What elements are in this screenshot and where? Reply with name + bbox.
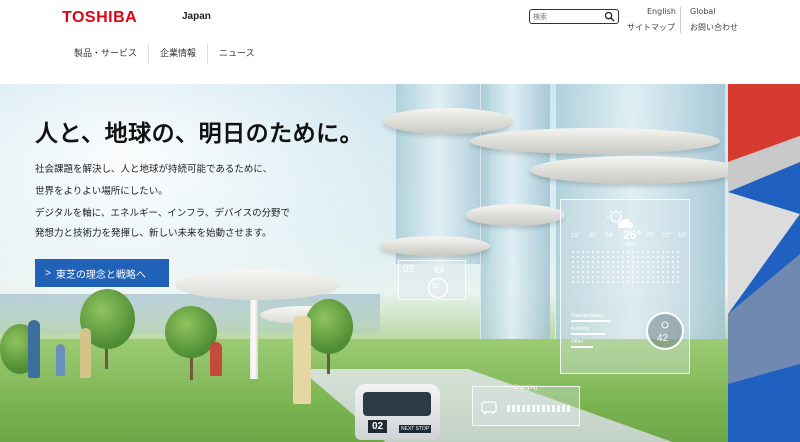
category-bar	[571, 333, 605, 335]
category-bar	[571, 346, 593, 348]
hourly-temp: 19°	[571, 233, 581, 239]
person-figure	[28, 320, 40, 378]
person-figure	[210, 342, 222, 376]
site-header: TOSHIBA Japan English Global サイトマップ お問い合…	[0, 0, 800, 84]
stop-panel: 02 80	[398, 260, 466, 300]
philosophy-strategy-button[interactable]: > 東芝の理念と戦略へ	[35, 259, 169, 287]
hourly-temp: 24°	[605, 233, 615, 239]
person-figure	[56, 344, 65, 376]
charging-panel: Charging	[472, 385, 580, 426]
nav-item-company[interactable]: 企業情報	[148, 44, 207, 64]
tower-ring	[530, 156, 740, 184]
category-bar	[571, 320, 611, 322]
tower-ring	[470, 128, 720, 154]
hourly-temp: 25°	[646, 233, 656, 239]
gauge-ring-icon	[646, 312, 684, 350]
contact-link[interactable]: お問い合わせ	[690, 22, 738, 33]
bus-sign: NEXT STOP	[399, 425, 432, 433]
forecast-dot-grid	[571, 250, 681, 286]
now-label: Now	[625, 242, 636, 248]
cta-label: 東芝の理念と戦略へ	[55, 269, 146, 281]
person-figure	[80, 328, 91, 378]
nav-item-products[interactable]: 製品・サービス	[62, 44, 148, 64]
corner-decoration	[728, 84, 800, 442]
tower-ring	[465, 204, 565, 226]
canopy-shade	[175, 270, 340, 300]
current-temp: 26°	[623, 228, 642, 242]
hero-body-line: デジタルを軸に、エネルギー、インフラ、デバイスの分野で	[35, 208, 291, 219]
tower-ring	[380, 236, 490, 256]
utility-divider	[680, 7, 681, 33]
region-label[interactable]: Japan	[182, 11, 211, 22]
hourly-temp: 19°	[678, 233, 688, 239]
stop-number: 02	[403, 264, 415, 275]
chevron-right-icon: >	[45, 267, 51, 279]
category-label: Building	[571, 326, 589, 332]
bus-window	[363, 392, 431, 416]
sitemap-link[interactable]: サイトマップ	[627, 22, 675, 33]
global-link[interactable]: Global	[690, 7, 716, 16]
plug-icon	[434, 266, 444, 273]
charging-progress-bar	[507, 405, 571, 412]
weather-panel: 26° 19° 20° 24° 25° 22° 19° Now Transpor…	[560, 199, 690, 374]
bus-number: 02	[368, 420, 388, 433]
global-nav: 製品・サービス 企業情報 ニュース	[62, 44, 266, 64]
battery-value: 80	[432, 283, 440, 290]
hero-headline: 人と、地球の、明日のために。	[35, 121, 364, 147]
toshiba-logo[interactable]: TOSHIBA	[62, 9, 137, 27]
category-label: Other	[571, 339, 584, 345]
hourly-temp: 22°	[662, 233, 672, 239]
person-figure	[293, 316, 311, 404]
sun-cloud-icon	[607, 209, 633, 228]
gauge-value: 42	[657, 333, 669, 344]
search-input[interactable]	[533, 10, 603, 23]
english-link[interactable]: English	[647, 7, 676, 16]
hero-body-line: 世界をよりよい場所にしたい。	[35, 186, 168, 197]
canopy-stem	[250, 299, 258, 379]
tree	[305, 299, 353, 354]
search-icon[interactable]	[604, 11, 615, 22]
hourly-temp: 20°	[589, 233, 599, 239]
category-label: Transportation	[571, 313, 604, 319]
search-box[interactable]	[529, 9, 619, 24]
hero-body-line: 社会課題を解決し、人と地球が持続可能であるために、	[35, 164, 273, 175]
charging-label: Charging	[513, 385, 538, 391]
nav-item-news[interactable]: ニュース	[207, 44, 266, 64]
bus-icon	[481, 401, 497, 415]
autonomous-bus: 02 NEXT STOP	[355, 384, 440, 440]
hero-body-line: 発想力と技術力を発揮し、新しい未来を始動させます。	[35, 228, 272, 239]
tower-ring	[383, 108, 513, 134]
